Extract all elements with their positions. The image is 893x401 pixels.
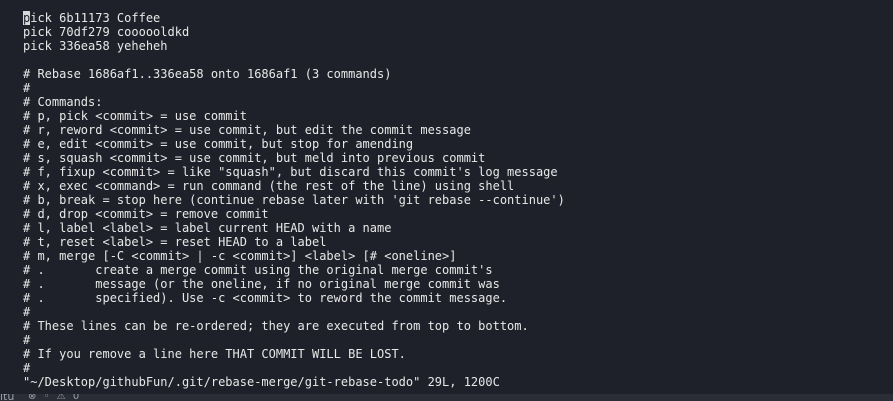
buffer-line-15: # d, drop <commit> = remove commit <box>23 207 269 221</box>
buffer-line-11: # s, squash <commit> = use commit, but m… <box>23 151 486 165</box>
buffer-line-1-text: ick 6b11173 Coffee <box>30 11 161 25</box>
buffer-line-5: # Rebase 1686af1..336ea58 onto 1686af1 (… <box>23 67 392 81</box>
buffer-line-16: # l, label <label> = label current HEAD … <box>23 221 392 235</box>
buffer-line-20: # . message (or the oneline, if no origi… <box>23 277 500 291</box>
buffer-line-2: pick 70df279 coooooldkd <box>23 25 190 39</box>
circle-x-icon[interactable]: ⊗ <box>28 394 36 401</box>
terminal-window[interactable]: pick 6b11173 Coffee pick 70df279 coooool… <box>0 0 893 401</box>
buffer-line-19: # . create a merge commit using the orig… <box>23 263 493 277</box>
buffer-line-12: # f, fixup <commit> = like "squash", but… <box>23 165 558 179</box>
bottom-bar-label: itu <box>0 394 15 401</box>
buffer-line-3: pick 336ea58 yeheheh <box>23 39 168 53</box>
buffer-line-1: pick 6b11173 Coffee <box>23 11 565 25</box>
buffer-line-8: # p, pick <commit> = use commit <box>23 109 247 123</box>
buffer-lines: pick 70df279 coooooldkd pick 336ea58 yehe… <box>23 25 565 375</box>
circle-icon[interactable]: ◦ <box>44 394 50 401</box>
buffer-line-22: # <box>23 305 31 319</box>
zero-icon: 0 <box>72 394 80 401</box>
buffer-line-24: # <box>23 333 31 347</box>
buffer-line-18: # m, merge [-C <commit> | -c <commit>] <… <box>23 249 457 263</box>
buffer-line-13: # x, exec <command> = run command (the r… <box>23 179 515 193</box>
warning-icon[interactable]: ⚠ <box>57 394 66 401</box>
buffer-line-7: # Commands: <box>23 95 103 109</box>
buffer-line-10: # e, edit <commit> = use commit, but sto… <box>23 137 414 151</box>
buffer-line-6: # <box>23 81 31 95</box>
buffer-line-25: # If you remove a line here THAT COMMIT … <box>23 347 406 361</box>
buffer-line-26: # <box>23 361 31 375</box>
buffer-line-9: # r, reword <commit> = use commit, but e… <box>23 123 471 137</box>
vim-status-line: "~/Desktop/githubFun/.git/rebase-merge/g… <box>23 375 500 389</box>
vim-buffer[interactable]: pick 6b11173 Coffee pick 70df279 coooool… <box>23 11 565 375</box>
buffer-line-21: # . specified). Use -c <commit> to rewor… <box>23 291 508 305</box>
buffer-line-4 <box>23 53 565 67</box>
bottom-status-bar: itu ⊗ ◦ ⚠ 0 <box>0 394 893 401</box>
bottom-bar-icons: ⊗ ◦ ⚠ 0 <box>28 394 83 401</box>
buffer-line-17: # t, reset <label> = reset HEAD to a lab… <box>23 235 327 249</box>
buffer-line-14: # b, break = stop here (continue rebase … <box>23 193 565 207</box>
buffer-line-23: # These lines can be re-ordered; they ar… <box>23 319 529 333</box>
